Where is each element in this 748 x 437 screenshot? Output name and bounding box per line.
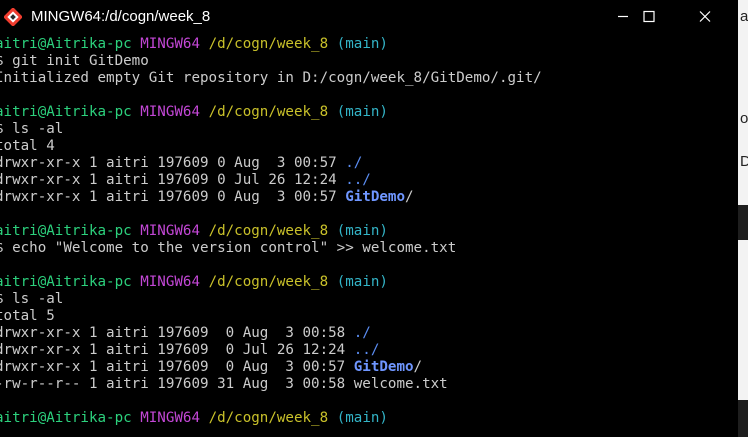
- maximize-icon: [643, 10, 655, 23]
- file-meta: drwxr-xr-x 1 aitri 197609 0 Aug 3 00:57: [0, 359, 354, 375]
- prompt-user-host: aitri@Aitrika-pc: [0, 36, 132, 52]
- prompt-user-host: aitri@Aitrika-pc: [0, 410, 132, 426]
- ls-total: total 5: [0, 308, 55, 324]
- command-text: git init GitDemo: [12, 53, 149, 69]
- title-bar[interactable]: MINGW64:/d/cogn/week_8: [0, 0, 738, 33]
- ls-total: total 4: [0, 138, 55, 154]
- prompt-symbol: $: [0, 121, 4, 137]
- ls-entry: drwxr-xr-x 1 aitri 197609 0 Aug 3 00:58 …: [0, 325, 733, 342]
- file-meta: drwxr-xr-x 1 aitri 197609 0 Jul 26 12:24: [0, 172, 346, 188]
- prompt-user-host: aitri@Aitrika-pc: [0, 274, 132, 290]
- command-line: $ git init GitDemo: [0, 53, 733, 70]
- command-text: ls -al: [12, 291, 64, 307]
- ls-entry: -rw-r--r-- 1 aitri 197609 31 Aug 3 00:58…: [0, 376, 733, 393]
- ls-entry: drwxr-xr-x 1 aitri 197609 0 Aug 3 00:57 …: [0, 189, 733, 206]
- command-line: $ ls -al: [0, 121, 733, 138]
- ls-entry: drwxr-xr-x 1 aitri 197609 0 Jul 26 12:24…: [0, 342, 733, 359]
- ls-entry: drwxr-xr-x 1 aitri 197609 0 Aug 3 00:57 …: [0, 359, 733, 376]
- prompt-branch: (main): [336, 410, 388, 426]
- command-text: ls -al: [12, 121, 64, 137]
- prompt-env: MINGW64: [140, 410, 201, 426]
- prompt-env: MINGW64: [140, 36, 201, 52]
- close-button[interactable]: [682, 0, 728, 33]
- prompt-symbol: $: [0, 53, 4, 69]
- output-line: total 5: [0, 308, 733, 325]
- prompt-branch: (main): [336, 104, 388, 120]
- background-window-edge: a o Di: [738, 0, 748, 437]
- background-fragment: a: [740, 8, 748, 25]
- file-meta: drwxr-xr-x 1 aitri 197609 0 Aug 3 00:57: [0, 155, 346, 171]
- directory-name: ./: [353, 325, 371, 341]
- output-text: Initialized empty Git repository in D:/c…: [0, 70, 542, 86]
- background-panel: [738, 205, 748, 240]
- prompt-user-host: aitri@Aitrika-pc: [0, 104, 132, 120]
- command-line: $ ls -al: [0, 291, 733, 308]
- command-text: echo "Welcome to the version control" >>…: [12, 240, 457, 256]
- prompt-branch: (main): [336, 36, 388, 52]
- file-meta: drwxr-xr-x 1 aitri 197609 0 Aug 3 00:57: [0, 189, 346, 205]
- directory-name: GitDemo: [345, 189, 406, 205]
- command-line: $ echo "Welcome to the version control" …: [0, 240, 733, 257]
- ls-entry: drwxr-xr-x 1 aitri 197609 0 Jul 26 12:24…: [0, 172, 733, 189]
- directory-suffix: /: [405, 189, 414, 205]
- maximize-button[interactable]: [626, 0, 672, 33]
- prompt-path: /d/cogn/week_8: [208, 410, 329, 426]
- directory-name: GitDemo: [353, 359, 414, 375]
- file-meta: -rw-r--r-- 1 aitri 197609 31 Aug 3 00:58: [0, 376, 354, 392]
- background-fragment: Di: [740, 153, 748, 170]
- prompt-line: aitri@Aitrika-pc MINGW64 /d/cogn/week_8 …: [0, 274, 733, 291]
- ls-entry: drwxr-xr-x 1 aitri 197609 0 Aug 3 00:57 …: [0, 155, 733, 172]
- file-meta: drwxr-xr-x 1 aitri 197609 0 Jul 26 12:24: [0, 342, 354, 358]
- prompt-symbol: $: [0, 291, 4, 307]
- directory-name: ./: [345, 155, 363, 171]
- close-icon: [699, 11, 711, 22]
- prompt-line: aitri@Aitrika-pc MINGW64 /d/cogn/week_8 …: [0, 410, 733, 427]
- output-line: total 4: [0, 138, 733, 155]
- prompt-path: /d/cogn/week_8: [208, 104, 329, 120]
- output-line: Initialized empty Git repository in D:/c…: [0, 70, 733, 87]
- prompt-branch: (main): [336, 223, 388, 239]
- prompt-path: /d/cogn/week_8: [208, 36, 329, 52]
- directory-suffix: /: [413, 359, 423, 375]
- prompt-branch: (main): [336, 274, 388, 290]
- terminal-output[interactable]: aitri@Aitrika-pc MINGW64 /d/cogn/week_8 …: [0, 36, 733, 427]
- directory-name: ../: [353, 342, 380, 358]
- background-fragment: o: [740, 110, 748, 127]
- prompt-env: MINGW64: [140, 104, 201, 120]
- file-name: welcome.txt: [353, 376, 448, 392]
- prompt-env: MINGW64: [140, 223, 201, 239]
- prompt-symbol: $: [0, 240, 4, 256]
- prompt-path: /d/cogn/week_8: [208, 223, 329, 239]
- git-bash-icon: [4, 8, 22, 26]
- background-panel: [738, 400, 748, 437]
- prompt-line: aitri@Aitrika-pc MINGW64 /d/cogn/week_8 …: [0, 223, 733, 240]
- directory-name: ../: [345, 172, 371, 188]
- prompt-path: /d/cogn/week_8: [208, 274, 329, 290]
- prompt-line: aitri@Aitrika-pc MINGW64 /d/cogn/week_8 …: [0, 36, 733, 53]
- prompt-line: aitri@Aitrika-pc MINGW64 /d/cogn/week_8 …: [0, 104, 733, 121]
- prompt-user-host: aitri@Aitrika-pc: [0, 223, 132, 239]
- prompt-env: MINGW64: [140, 274, 201, 290]
- terminal-window[interactable]: MINGW64:/d/cogn/week_8 aitri@Aitrika-pc …: [0, 0, 748, 437]
- file-meta: drwxr-xr-x 1 aitri 197609 0 Aug 3 00:58: [0, 325, 354, 341]
- window-title: MINGW64:/d/cogn/week_8: [31, 8, 211, 25]
